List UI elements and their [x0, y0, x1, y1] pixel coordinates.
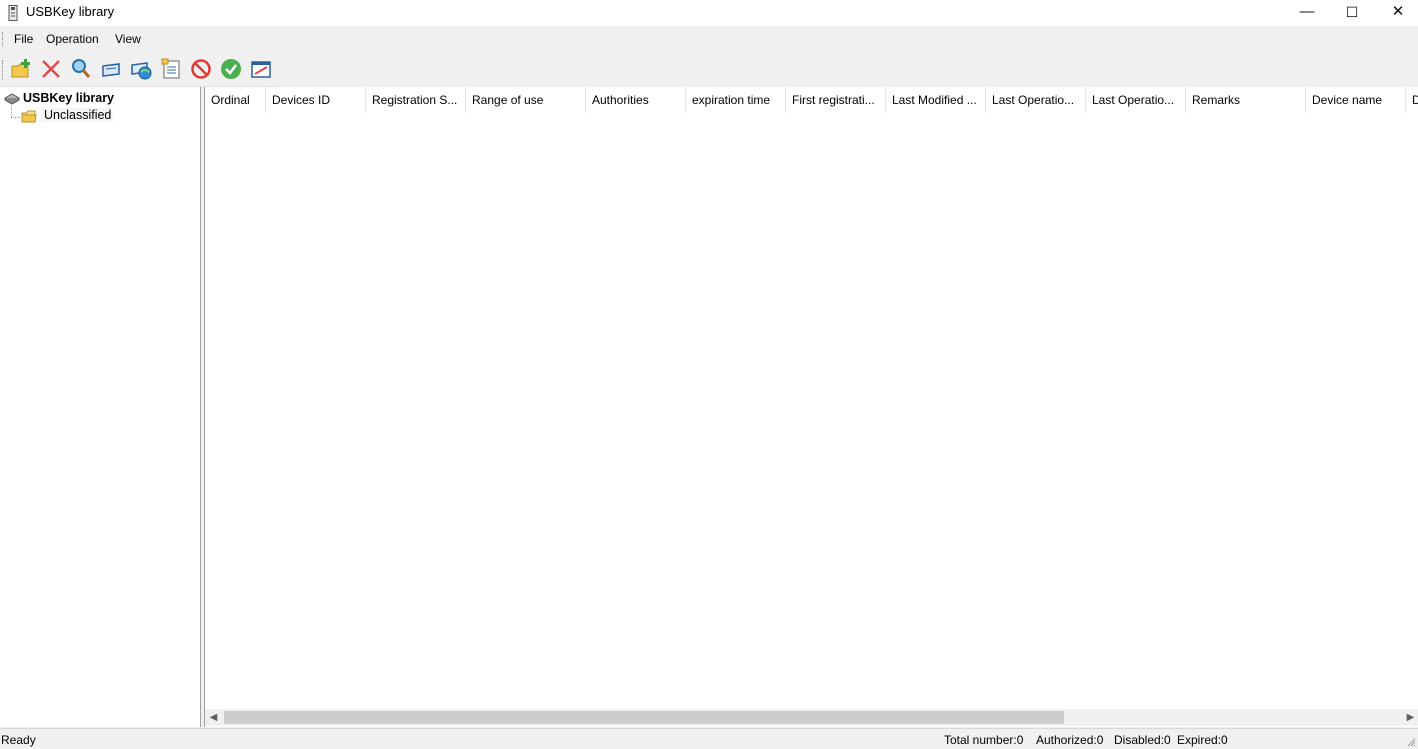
menu-grip[interactable] [2, 32, 5, 46]
delete-icon [42, 60, 60, 78]
usbkey-button[interactable] [98, 56, 124, 82]
scroll-left-arrow[interactable]: ◀ [205, 709, 222, 726]
tree-connector [11, 117, 20, 118]
status-authorized: Authorized:0 [1036, 733, 1104, 747]
status-total: Total number:0 [944, 733, 1024, 747]
disable-icon [191, 59, 211, 79]
column-last-modified[interactable]: Last Modified ... [886, 87, 986, 113]
column-registration-status[interactable]: Registration S... [366, 87, 466, 113]
horizontal-scrollbar[interactable]: ◀ ▶ [205, 709, 1418, 726]
scroll-right-arrow[interactable]: ▶ [1402, 709, 1418, 726]
toolbar-grip[interactable] [2, 60, 5, 80]
status-bar: Ready Total number:0 Authorized:0 Disabl… [0, 728, 1418, 749]
menu-operation[interactable]: Operation [46, 32, 99, 46]
app-icon [7, 5, 19, 21]
usbkey-network-icon [131, 62, 152, 80]
status-ready: Ready [1, 733, 36, 747]
folder-icon [21, 110, 37, 123]
usbkey-network-button[interactable] [128, 56, 154, 82]
window-title: USBKey library [26, 4, 115, 19]
resize-grip-icon[interactable] [1406, 737, 1416, 747]
maximize-button[interactable]: ☐ [1329, 0, 1375, 26]
device-list: Ordinal Devices ID Registration S... Ran… [204, 87, 1418, 727]
tree-root-label: USBKey library [23, 91, 115, 105]
toolbar [0, 52, 278, 87]
search-button[interactable] [68, 56, 94, 82]
drive-icon [4, 93, 20, 105]
delete-button[interactable] [38, 56, 64, 82]
tree-item-label: Unclassified [42, 108, 114, 122]
column-expiration-time[interactable]: expiration time [686, 87, 786, 113]
scroll-thumb[interactable] [224, 711, 1064, 724]
status-disabled: Disabled:0 [1114, 733, 1171, 747]
properties-button[interactable] [158, 56, 184, 82]
properties-icon [161, 58, 180, 79]
disable-button[interactable] [188, 56, 214, 82]
add-folder-icon [11, 59, 30, 78]
add-folder-button[interactable] [8, 56, 34, 82]
menu-view[interactable]: View [115, 32, 141, 46]
column-last-operation-2[interactable]: Last Operatio... [1086, 87, 1186, 113]
table-header: Ordinal Devices ID Registration S... Ran… [205, 87, 1418, 113]
column-last-operation-1[interactable]: Last Operatio... [986, 87, 1086, 113]
close-button[interactable]: ✕ [1375, 0, 1418, 26]
search-icon [72, 59, 91, 78]
tree-panel: USBKey library Unclassified [0, 87, 201, 727]
usbkey-icon [102, 63, 120, 77]
edit-button[interactable] [248, 56, 274, 82]
column-ordinal[interactable]: Ordinal [205, 87, 266, 113]
edit-icon [251, 61, 271, 78]
column-first-registration[interactable]: First registrati... [786, 87, 886, 113]
title-bar: USBKey library — ☐ ✕ [0, 0, 1418, 26]
column-range-of-use[interactable]: Range of use [466, 87, 586, 113]
column-authorities[interactable]: Authorities [586, 87, 686, 113]
column-d[interactable]: D [1406, 87, 1418, 113]
status-expired: Expired:0 [1177, 733, 1228, 747]
column-device-name[interactable]: Device name [1306, 87, 1406, 113]
authorize-button[interactable] [218, 56, 244, 82]
toolbar-background [278, 52, 1418, 86]
menu-file[interactable]: File [14, 32, 33, 46]
column-remarks[interactable]: Remarks [1186, 87, 1306, 113]
column-devices-id[interactable]: Devices ID [266, 87, 366, 113]
minimize-button[interactable]: — [1284, 0, 1330, 26]
tree-connector [11, 106, 12, 117]
menu-bar: File Operation View [0, 26, 1418, 52]
authorize-icon [221, 59, 241, 79]
